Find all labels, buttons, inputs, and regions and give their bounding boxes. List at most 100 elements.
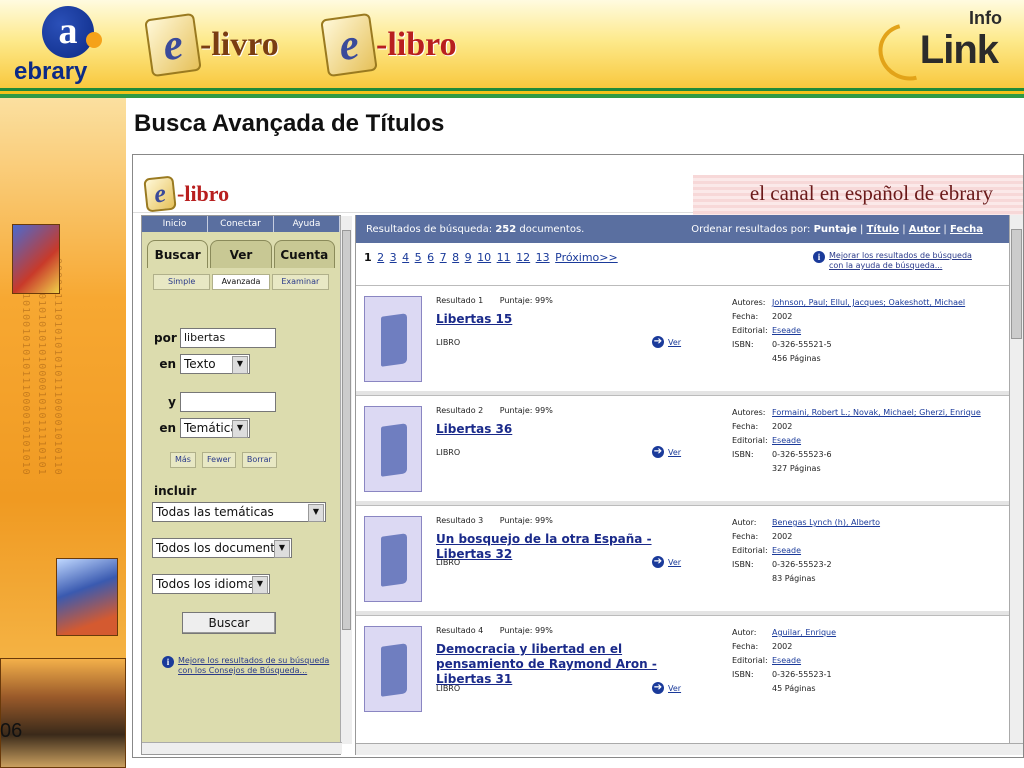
pager-page[interactable]: 4 xyxy=(402,251,409,264)
result-title[interactable]: Democracia y libertad en el pensamiento … xyxy=(436,642,696,687)
fecha-key: Fecha: xyxy=(732,532,759,541)
result-meta: Resultado 3 Puntaje: 99% xyxy=(436,516,567,525)
scrollbar-thumb[interactable] xyxy=(342,230,351,630)
result-isbn: 0-326-55523-1 xyxy=(772,670,832,679)
result-type: LIBRO xyxy=(436,558,461,567)
result-details: Autores: Formaini, Robert L.; Novak, Mich… xyxy=(732,406,981,476)
pager-page[interactable]: 13 xyxy=(536,251,550,264)
pager-next[interactable]: Próximo>> xyxy=(555,251,618,264)
tab-ver[interactable]: Ver xyxy=(210,240,272,268)
isbn-key: ISBN: xyxy=(732,450,754,459)
en-row-2: en Temática xyxy=(154,418,250,438)
editorial-key: Editorial: xyxy=(732,656,768,665)
result-score: Puntaje: 99% xyxy=(499,406,553,415)
result-label: Resultado 1 xyxy=(436,296,484,305)
en-label-2: en xyxy=(159,421,176,435)
arrow-right-circle-icon: ➔ xyxy=(652,446,664,458)
tematicas-select[interactable]: Todas las temáticas xyxy=(152,502,326,522)
book-icon[interactable] xyxy=(364,406,422,492)
search-tip[interactable]: i Mejore los resultados de su búsqueda c… xyxy=(162,656,332,676)
info-icon: i xyxy=(162,656,174,668)
result-editorial[interactable]: Eseade xyxy=(772,324,801,338)
por-input[interactable]: libertas xyxy=(180,328,276,348)
result-editorial[interactable]: Eseade xyxy=(772,654,801,668)
nav-inicio[interactable]: Inicio xyxy=(142,216,208,232)
result-label: Resultado 2 xyxy=(436,406,484,415)
ver-link[interactable]: ➔ Ver xyxy=(652,556,681,568)
infolink-logo: Info Link xyxy=(868,6,1006,92)
subtab-examinar[interactable]: Examinar xyxy=(271,274,329,290)
result-authors[interactable]: Benegas Lynch (h), Alberto xyxy=(772,516,880,530)
sort-autor[interactable]: Autor xyxy=(909,224,940,235)
pager-page[interactable]: 6 xyxy=(427,251,434,264)
sort-titulo[interactable]: Título xyxy=(867,224,899,235)
ver-text[interactable]: Ver xyxy=(668,684,681,693)
pager-page[interactable]: 11 xyxy=(497,251,511,264)
result-score: Puntaje: 99% xyxy=(499,516,553,525)
nav-conectar[interactable]: Conectar xyxy=(208,216,274,232)
book-icon[interactable] xyxy=(364,626,422,712)
search-tip-text[interactable]: Mejore los resultados de su búsqueda con… xyxy=(178,656,332,676)
results-vscrollbar[interactable] xyxy=(1009,215,1023,743)
results-tip-text[interactable]: Mejorar los resultados de búsqueda con l… xyxy=(829,251,983,271)
ver-text[interactable]: Ver xyxy=(668,558,681,567)
incluir-label: incluir xyxy=(154,484,197,498)
ver-text[interactable]: Ver xyxy=(668,448,681,457)
infolink-logo-top: Info xyxy=(969,8,1002,28)
ver-link[interactable]: ➔ Ver xyxy=(652,446,681,458)
pager-page[interactable]: 5 xyxy=(415,251,422,264)
results-count-value: 252 xyxy=(495,223,517,235)
pager-page[interactable]: 12 xyxy=(516,251,530,264)
result-editorial[interactable]: Eseade xyxy=(772,544,801,558)
search-panel-vscrollbar[interactable] xyxy=(340,216,352,744)
pager-page[interactable]: 2 xyxy=(377,251,384,264)
pager-page[interactable]: 7 xyxy=(440,251,447,264)
result-authors[interactable]: Aguilar, Enrique xyxy=(772,626,836,640)
nav-ayuda[interactable]: Ayuda xyxy=(274,216,340,232)
pager-page[interactable]: 3 xyxy=(390,251,397,264)
tab-buscar[interactable]: Buscar xyxy=(147,240,209,268)
elibro-logo-mark: e xyxy=(320,12,378,78)
results-bar: Resultados de búsqueda: 252 documentos. … xyxy=(356,215,1023,243)
documentos-select[interactable]: Todos los documentos xyxy=(152,538,292,558)
result-authors[interactable]: Formaini, Robert L.; Novak, Michael; Ghe… xyxy=(772,406,981,420)
idiomas-select[interactable]: Todos los idiomas xyxy=(152,574,270,594)
ebrary-logo: a ebrary xyxy=(10,6,120,86)
search-panel-hscrollbar[interactable] xyxy=(142,742,342,754)
sort-fecha[interactable]: Fecha xyxy=(950,224,983,235)
result-title[interactable]: Libertas 36 xyxy=(436,422,696,437)
pager-page[interactable]: 9 xyxy=(465,251,472,264)
y-input[interactable] xyxy=(180,392,276,412)
ver-link[interactable]: ➔ Ver xyxy=(652,336,681,348)
book-icon[interactable] xyxy=(364,296,422,382)
en-select-1[interactable]: Texto xyxy=(180,354,250,374)
results-tip[interactable]: i Mejorar los resultados de búsqueda con… xyxy=(813,251,983,271)
result-authors[interactable]: Johnson, Paul; Ellul, Jacques; Oakeshott… xyxy=(772,296,965,310)
results-hscrollbar[interactable] xyxy=(356,743,1023,755)
editorial-key: Editorial: xyxy=(732,546,768,555)
ver-text[interactable]: Ver xyxy=(668,338,681,347)
result-title[interactable]: Libertas 15 xyxy=(436,312,696,327)
tab-cuenta[interactable]: Cuenta xyxy=(273,240,335,268)
slide-header: a ebrary e -livro e -libro Info Link xyxy=(0,0,1024,92)
buscar-button[interactable]: Buscar xyxy=(182,612,276,634)
result-meta: Resultado 2 Puntaje: 99% xyxy=(436,406,567,415)
result-isbn: 0-326-55523-6 xyxy=(772,450,832,459)
en-select-2[interactable]: Temática xyxy=(180,418,250,438)
pager-page[interactable]: 10 xyxy=(477,251,491,264)
mas-button[interactable]: Más xyxy=(170,452,196,468)
result-editorial[interactable]: Eseade xyxy=(772,434,801,448)
result-type: LIBRO xyxy=(436,338,461,347)
fewer-button[interactable]: Fewer xyxy=(201,452,236,468)
pager-page[interactable]: 8 xyxy=(452,251,459,264)
borrar-button[interactable]: Borrar xyxy=(241,452,277,468)
elibro-site-logo[interactable]: e -libro xyxy=(143,175,229,213)
ver-link[interactable]: ➔ Ver xyxy=(652,682,681,694)
book-icon[interactable] xyxy=(364,516,422,602)
scrollbar-thumb[interactable] xyxy=(1011,229,1022,339)
result-item: Resultado 3 Puntaje: 99% Un bosquejo de … xyxy=(356,505,1016,615)
subtab-bar: Simple Avanzada Examinar xyxy=(152,274,330,290)
elivro-logo-text: -livro xyxy=(200,26,279,63)
subtab-simple[interactable]: Simple xyxy=(153,274,211,290)
subtab-avanzada[interactable]: Avanzada xyxy=(212,274,270,290)
